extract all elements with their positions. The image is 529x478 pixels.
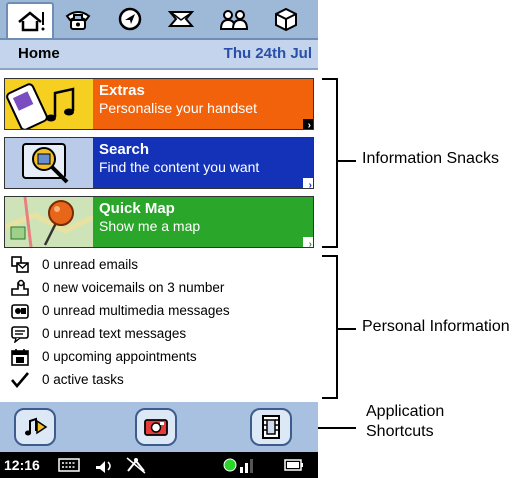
shortcuts-leader-line — [318, 427, 356, 429]
video-player-button[interactable] — [250, 408, 292, 446]
messages-icon — [167, 11, 195, 27]
connectivity-off-icon[interactable] — [124, 455, 148, 475]
snack-search[interactable]: Search Find the content you want › — [4, 137, 314, 189]
info-text: 0 upcoming appointments — [42, 349, 197, 364]
video-player-icon — [262, 415, 280, 439]
date-label: Thu 24th Jul — [223, 45, 312, 62]
home-header: Home Thu 24th Jul — [0, 40, 318, 70]
music-player-button[interactable] — [14, 408, 56, 446]
info-text: 0 new voicemails on 3 number — [42, 280, 225, 295]
snacks-leader-line — [336, 160, 356, 162]
music-player-icon — [25, 417, 48, 436]
chevron-right-icon: › — [303, 119, 313, 129]
phone-icon — [65, 11, 91, 30]
label-personal-information: Personal Information — [362, 318, 510, 335]
application-shortcuts — [0, 402, 318, 452]
personal-bracket — [322, 255, 338, 399]
snack-subtitle: Find the content you want — [99, 159, 260, 175]
tab-compass[interactable] — [108, 4, 152, 34]
tab-package[interactable] — [264, 4, 308, 34]
snack-title: Quick Map — [99, 200, 175, 217]
snack-title: Extras — [99, 82, 145, 99]
home-icon — [18, 11, 45, 32]
snack-quick-map[interactable]: Quick Map Show me a map › — [4, 196, 314, 248]
checkmark-icon — [11, 372, 29, 389]
chevron-right-icon: › — [303, 178, 313, 188]
tab-messages[interactable] — [160, 4, 204, 34]
info-row-voicemails[interactable]: 0 new voicemails on 3 number — [0, 278, 318, 300]
email-icon — [11, 256, 29, 273]
info-row-tasks[interactable]: 0 active tasks — [0, 370, 318, 392]
search-thumbnail-icon — [5, 138, 93, 188]
map-thumbnail-icon — [5, 197, 93, 247]
info-row-appointments[interactable]: 0 upcoming appointments — [0, 347, 318, 369]
info-row-emails[interactable]: 0 unread emails — [0, 255, 318, 277]
tab-contacts[interactable] — [212, 4, 256, 34]
voicemail-icon — [11, 279, 29, 296]
extras-thumbnail-icon — [5, 79, 93, 129]
chevron-right-icon: › — [303, 237, 313, 247]
snack-extras[interactable]: Extras Personalise your handset › — [4, 78, 314, 130]
keyboard-icon[interactable] — [58, 458, 80, 472]
status-time: 12:16 — [4, 457, 40, 473]
info-row-text-messages[interactable]: 0 unread text messages — [0, 324, 318, 346]
phone-screen: Home Thu 24th Jul Extras Personalise you… — [0, 0, 318, 478]
text-message-icon — [11, 326, 29, 343]
personal-leader-line — [336, 328, 356, 330]
snack-subtitle: Personalise your handset — [99, 100, 257, 116]
tab-bar — [0, 0, 318, 40]
label-application: Application — [366, 403, 445, 420]
package-icon — [275, 7, 297, 32]
calendar-icon — [11, 349, 29, 366]
multimedia-message-icon — [11, 304, 29, 319]
tab-phone[interactable] — [56, 4, 100, 34]
battery-icon — [284, 459, 303, 471]
compass-icon — [118, 7, 142, 31]
status-bar: 12:16 — [0, 452, 318, 478]
info-text: 0 active tasks — [42, 372, 124, 387]
info-text: 0 unread text messages — [42, 326, 187, 341]
sound-icon[interactable] — [94, 456, 116, 474]
contacts-icon — [219, 10, 249, 30]
camera-icon — [144, 419, 168, 436]
page-title: Home — [18, 45, 60, 62]
info-text: 0 unread multimedia messages — [42, 303, 230, 318]
snacks-bracket — [322, 78, 338, 248]
tab-home[interactable] — [6, 2, 54, 38]
label-shortcuts: Shortcuts — [366, 423, 434, 440]
label-information-snacks: Information Snacks — [362, 150, 499, 167]
snack-subtitle: Show me a map — [99, 218, 201, 234]
camera-button[interactable] — [135, 408, 177, 446]
snack-title: Search — [99, 141, 150, 158]
signal-strength-icon — [223, 458, 253, 473]
info-row-multimedia[interactable]: 0 unread multimedia messages — [0, 301, 318, 323]
info-text: 0 unread emails — [42, 257, 139, 272]
